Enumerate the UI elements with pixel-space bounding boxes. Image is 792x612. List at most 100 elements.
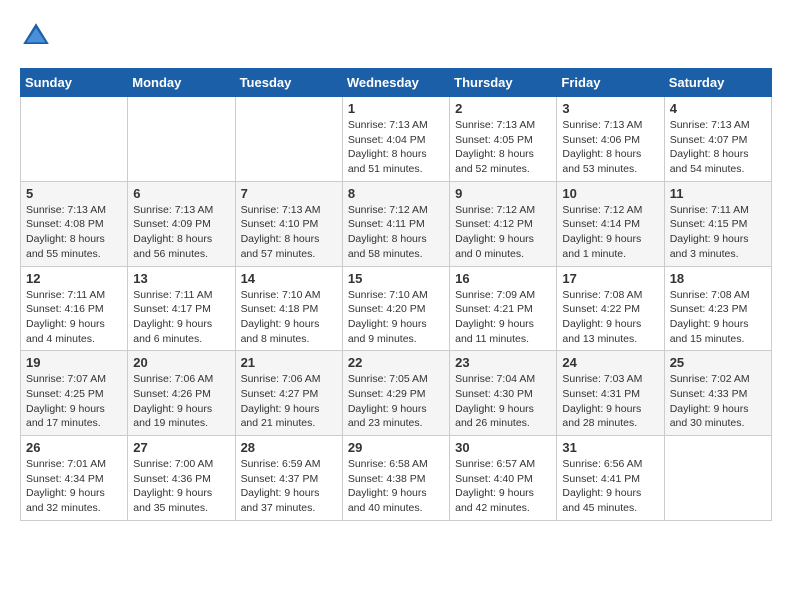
day-info: Sunrise: 7:13 AM Sunset: 4:06 PM Dayligh… — [562, 118, 658, 177]
calendar-cell: 25 Sunrise: 7:02 AM Sunset: 4:33 PM Dayli… — [664, 351, 771, 436]
day-info: Sunrise: 7:09 AM Sunset: 4:21 PM Dayligh… — [455, 288, 551, 347]
day-number: 1 — [348, 101, 444, 116]
day-info: Sunrise: 6:57 AM Sunset: 4:40 PM Dayligh… — [455, 457, 551, 516]
day-info: Sunrise: 7:06 AM Sunset: 4:26 PM Dayligh… — [133, 372, 229, 431]
day-info: Sunrise: 7:01 AM Sunset: 4:34 PM Dayligh… — [26, 457, 122, 516]
day-of-week-header: Sunday — [21, 69, 128, 97]
day-info: Sunrise: 7:12 AM Sunset: 4:14 PM Dayligh… — [562, 203, 658, 262]
calendar-cell: 19 Sunrise: 7:07 AM Sunset: 4:25 PM Dayli… — [21, 351, 128, 436]
day-info: Sunrise: 7:11 AM Sunset: 4:15 PM Dayligh… — [670, 203, 766, 262]
calendar: SundayMondayTuesdayWednesdayThursdayFrid… — [20, 68, 772, 521]
day-info: Sunrise: 7:02 AM Sunset: 4:33 PM Dayligh… — [670, 372, 766, 431]
calendar-cell: 26 Sunrise: 7:01 AM Sunset: 4:34 PM Dayli… — [21, 436, 128, 521]
day-info: Sunrise: 7:08 AM Sunset: 4:22 PM Dayligh… — [562, 288, 658, 347]
calendar-cell: 17 Sunrise: 7:08 AM Sunset: 4:22 PM Dayli… — [557, 266, 664, 351]
calendar-cell: 6Sunrise: 7:13 AM Sunset: 4:09 PM Daylig… — [128, 181, 235, 266]
day-number: 29 — [348, 440, 444, 455]
day-info: Sunrise: 7:06 AM Sunset: 4:27 PM Dayligh… — [241, 372, 337, 431]
day-info: Sunrise: 7:07 AM Sunset: 4:25 PM Dayligh… — [26, 372, 122, 431]
calendar-cell: 21 Sunrise: 7:06 AM Sunset: 4:27 PM Dayli… — [235, 351, 342, 436]
calendar-cell: 14 Sunrise: 7:10 AM Sunset: 4:18 PM Dayli… — [235, 266, 342, 351]
day-info: Sunrise: 6:59 AM Sunset: 4:37 PM Dayligh… — [241, 457, 337, 516]
day-info: Sunrise: 7:13 AM Sunset: 4:07 PM Dayligh… — [670, 118, 766, 177]
calendar-header-row: SundayMondayTuesdayWednesdayThursdayFrid… — [21, 69, 772, 97]
day-number: 24 — [562, 355, 658, 370]
calendar-cell: 3 Sunrise: 7:13 AM Sunset: 4:06 PM Daylig… — [557, 97, 664, 182]
calendar-cell: 7Sunrise: 7:13 AM Sunset: 4:10 PM Daylig… — [235, 181, 342, 266]
calendar-cell: 15 Sunrise: 7:10 AM Sunset: 4:20 PM Dayli… — [342, 266, 449, 351]
day-number: 10 — [562, 186, 658, 201]
day-info: Sunrise: 7:11 AM Sunset: 4:17 PM Dayligh… — [133, 288, 229, 347]
day-number: 28 — [241, 440, 337, 455]
day-number: 6 — [133, 186, 229, 201]
calendar-cell — [664, 436, 771, 521]
calendar-cell — [235, 97, 342, 182]
day-number: 13 — [133, 271, 229, 286]
day-info: Sunrise: 6:58 AM Sunset: 4:38 PM Dayligh… — [348, 457, 444, 516]
day-number: 2 — [455, 101, 551, 116]
day-info: Sunrise: 7:03 AM Sunset: 4:31 PM Dayligh… — [562, 372, 658, 431]
day-number: 22 — [348, 355, 444, 370]
day-info: Sunrise: 7:13 AM Sunset: 4:05 PM Dayligh… — [455, 118, 551, 177]
day-of-week-header: Thursday — [450, 69, 557, 97]
day-number: 27 — [133, 440, 229, 455]
day-info: Sunrise: 7:00 AM Sunset: 4:36 PM Dayligh… — [133, 457, 229, 516]
calendar-week-row: 19 Sunrise: 7:07 AM Sunset: 4:25 PM Dayli… — [21, 351, 772, 436]
day-number: 5 — [26, 186, 122, 201]
day-number: 11 — [670, 186, 766, 201]
calendar-cell: 23Sunrise: 7:04 AM Sunset: 4:30 PM Dayli… — [450, 351, 557, 436]
calendar-cell: 24 Sunrise: 7:03 AM Sunset: 4:31 PM Dayli… — [557, 351, 664, 436]
day-number: 20 — [133, 355, 229, 370]
day-of-week-header: Saturday — [664, 69, 771, 97]
calendar-cell: 27 Sunrise: 7:00 AM Sunset: 4:36 PM Dayli… — [128, 436, 235, 521]
calendar-cell: 29 Sunrise: 6:58 AM Sunset: 4:38 PM Dayli… — [342, 436, 449, 521]
day-of-week-header: Tuesday — [235, 69, 342, 97]
calendar-cell: 20 Sunrise: 7:06 AM Sunset: 4:26 PM Dayli… — [128, 351, 235, 436]
calendar-cell: 5 Sunrise: 7:13 AM Sunset: 4:08 PM Daylig… — [21, 181, 128, 266]
day-info: Sunrise: 6:56 AM Sunset: 4:41 PM Dayligh… — [562, 457, 658, 516]
day-number: 26 — [26, 440, 122, 455]
day-number: 8 — [348, 186, 444, 201]
logo-icon — [20, 20, 52, 52]
day-number: 19 — [26, 355, 122, 370]
calendar-cell: 22 Sunrise: 7:05 AM Sunset: 4:29 PM Dayli… — [342, 351, 449, 436]
day-info: Sunrise: 7:13 AM Sunset: 4:10 PM Dayligh… — [241, 203, 337, 262]
logo — [20, 20, 56, 52]
day-info: Sunrise: 7:12 AM Sunset: 4:12 PM Dayligh… — [455, 203, 551, 262]
day-number: 18 — [670, 271, 766, 286]
calendar-week-row: 12 Sunrise: 7:11 AM Sunset: 4:16 PM Dayli… — [21, 266, 772, 351]
day-of-week-header: Friday — [557, 69, 664, 97]
day-number: 23 — [455, 355, 551, 370]
day-info: Sunrise: 7:10 AM Sunset: 4:20 PM Dayligh… — [348, 288, 444, 347]
calendar-cell: 8Sunrise: 7:12 AM Sunset: 4:11 PM Daylig… — [342, 181, 449, 266]
day-number: 9 — [455, 186, 551, 201]
day-number: 17 — [562, 271, 658, 286]
day-number: 25 — [670, 355, 766, 370]
calendar-cell: 12 Sunrise: 7:11 AM Sunset: 4:16 PM Dayli… — [21, 266, 128, 351]
day-number: 3 — [562, 101, 658, 116]
day-info: Sunrise: 7:11 AM Sunset: 4:16 PM Dayligh… — [26, 288, 122, 347]
day-number: 14 — [241, 271, 337, 286]
calendar-week-row: 1Sunrise: 7:13 AM Sunset: 4:04 PM Daylig… — [21, 97, 772, 182]
calendar-cell: 31Sunrise: 6:56 AM Sunset: 4:41 PM Dayli… — [557, 436, 664, 521]
day-info: Sunrise: 7:10 AM Sunset: 4:18 PM Dayligh… — [241, 288, 337, 347]
calendar-cell: 11 Sunrise: 7:11 AM Sunset: 4:15 PM Dayli… — [664, 181, 771, 266]
calendar-cell: 18Sunrise: 7:08 AM Sunset: 4:23 PM Dayli… — [664, 266, 771, 351]
calendar-cell: 9 Sunrise: 7:12 AM Sunset: 4:12 PM Daylig… — [450, 181, 557, 266]
day-info: Sunrise: 7:05 AM Sunset: 4:29 PM Dayligh… — [348, 372, 444, 431]
day-number: 16 — [455, 271, 551, 286]
day-info: Sunrise: 7:13 AM Sunset: 4:08 PM Dayligh… — [26, 203, 122, 262]
day-number: 15 — [348, 271, 444, 286]
calendar-cell — [128, 97, 235, 182]
day-of-week-header: Wednesday — [342, 69, 449, 97]
calendar-cell: 28 Sunrise: 6:59 AM Sunset: 4:37 PM Dayli… — [235, 436, 342, 521]
day-number: 4 — [670, 101, 766, 116]
calendar-cell: 4 Sunrise: 7:13 AM Sunset: 4:07 PM Daylig… — [664, 97, 771, 182]
calendar-cell: 2 Sunrise: 7:13 AM Sunset: 4:05 PM Daylig… — [450, 97, 557, 182]
day-number: 21 — [241, 355, 337, 370]
day-number: 30 — [455, 440, 551, 455]
day-number: 12 — [26, 271, 122, 286]
calendar-cell: 10 Sunrise: 7:12 AM Sunset: 4:14 PM Dayli… — [557, 181, 664, 266]
day-of-week-header: Monday — [128, 69, 235, 97]
page-header — [20, 20, 772, 52]
